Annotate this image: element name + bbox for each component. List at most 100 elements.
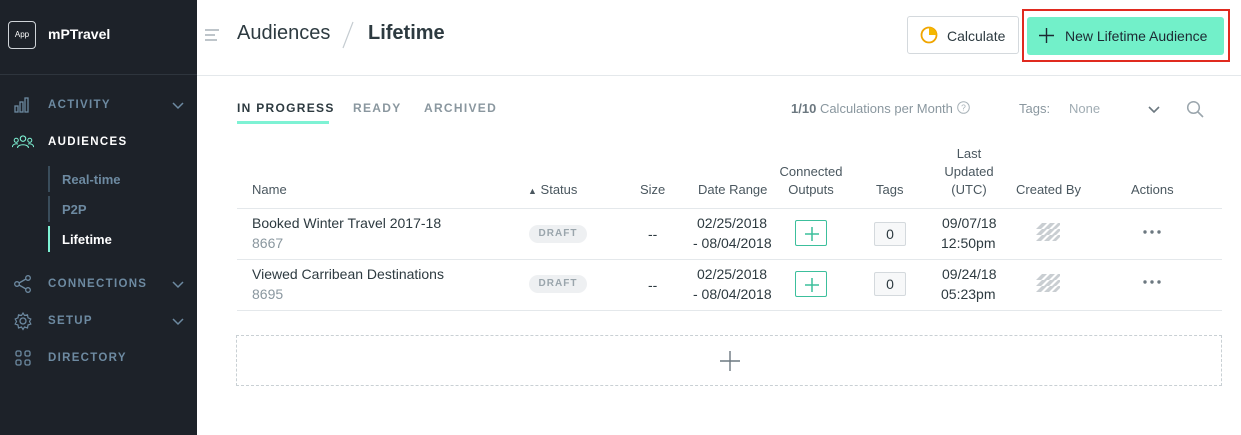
- breadcrumb-separator: [342, 21, 354, 49]
- sidebar-item-directory[interactable]: DIRECTORY: [0, 348, 197, 370]
- subnav-item-real-time[interactable]: Real-time: [48, 166, 188, 192]
- audience-id: 8695: [252, 286, 284, 302]
- column-header-size[interactable]: Size: [640, 181, 665, 199]
- grid-icon: [15, 350, 31, 366]
- new-audience-label: New Lifetime Audience: [1065, 28, 1208, 44]
- status-badge: DRAFT: [529, 225, 587, 243]
- tag-count[interactable]: 0: [874, 272, 906, 296]
- audience-size: --: [648, 226, 658, 242]
- column-header-name[interactable]: Name: [252, 181, 287, 199]
- column-header-line: Updated: [944, 164, 994, 179]
- bar-chart-icon: [14, 97, 29, 113]
- date-range-end: - 08/04/2018: [693, 235, 772, 251]
- tags-filter-label: Tags:: [1019, 101, 1051, 116]
- tags-filter-value[interactable]: None: [1069, 101, 1100, 116]
- subnav-item-label: P2P: [62, 202, 87, 217]
- column-header-status[interactable]: ▲ Status: [528, 181, 577, 200]
- menu-icon[interactable]: [205, 29, 221, 41]
- network-icon: [14, 275, 31, 293]
- plus-icon: [1039, 28, 1054, 43]
- status-badge: DRAFT: [529, 275, 587, 293]
- audience-name[interactable]: Viewed Carribean Destinations: [252, 266, 444, 282]
- sidebar: App mPTravel ACTIVITY AUDIENCES Real-tim…: [0, 0, 197, 435]
- calculate-label: Calculate: [947, 28, 1006, 44]
- column-header-line: Connected: [779, 164, 843, 179]
- column-header-line: Last: [956, 146, 982, 161]
- app-logo[interactable]: App: [8, 21, 36, 49]
- updated-date: 09/07/18: [942, 215, 997, 231]
- column-header-actions: Actions: [1131, 182, 1174, 197]
- subnav-item-p2p[interactable]: P2P: [48, 196, 188, 222]
- calculate-button[interactable]: Calculate: [907, 16, 1019, 54]
- column-header-status-label: Status: [540, 182, 578, 197]
- add-output-button[interactable]: [795, 271, 827, 297]
- sidebar-item-setup[interactable]: SETUP: [0, 311, 197, 333]
- top-bar: Audiences Lifetime Calculate New Lifetim…: [197, 0, 1241, 76]
- active-tab-indicator: [237, 121, 329, 124]
- plus-icon: [805, 278, 819, 292]
- tab-ready[interactable]: READY: [353, 101, 402, 115]
- pie-chart-icon: [920, 26, 938, 44]
- tab-in-progress[interactable]: IN PROGRESS: [237, 101, 335, 115]
- column-header-line: Outputs: [788, 182, 834, 197]
- sidebar-item-label: AUDIENCES: [48, 136, 128, 148]
- audience-size: --: [648, 277, 658, 293]
- plus-icon: [805, 227, 819, 241]
- column-header-last-updated[interactable]: Last Updated (UTC): [934, 145, 1004, 199]
- date-range-start: 02/25/2018: [697, 215, 768, 231]
- table-header-divider: [237, 208, 1222, 209]
- avatar: [1036, 223, 1060, 241]
- sidebar-item-label: CONNECTIONS: [48, 278, 148, 290]
- more-actions-icon[interactable]: [1142, 279, 1162, 285]
- column-header-date-range[interactable]: Date Range: [698, 181, 767, 199]
- brand-header: App mPTravel: [0, 0, 197, 75]
- search-icon[interactable]: [1186, 100, 1204, 118]
- chevron-down-icon[interactable]: [171, 279, 185, 289]
- tab-archived[interactable]: ARCHIVED: [424, 101, 497, 115]
- column-header-line: (UTC): [951, 182, 987, 197]
- page-title: Lifetime: [368, 22, 445, 44]
- date-range-end: - 08/04/2018: [693, 286, 772, 302]
- sort-asc-icon: ▲: [528, 186, 537, 196]
- sidebar-item-connections[interactable]: CONNECTIONS: [0, 274, 197, 296]
- column-header-created-by[interactable]: Created By: [1016, 181, 1081, 199]
- sidebar-item-label: SETUP: [48, 315, 93, 327]
- subnav-item-label: Lifetime: [62, 232, 112, 247]
- breadcrumb-audiences[interactable]: Audiences: [237, 22, 330, 45]
- audiences-subnav: Real-time P2P Lifetime: [48, 166, 188, 258]
- new-lifetime-audience-button[interactable]: New Lifetime Audience: [1027, 17, 1224, 55]
- people-icon: [12, 135, 34, 149]
- sidebar-item-label: DIRECTORY: [48, 352, 127, 364]
- audience-name[interactable]: Booked Winter Travel 2017-18: [252, 215, 441, 231]
- sidebar-item-activity[interactable]: ACTIVITY: [0, 95, 197, 117]
- column-header-connected-outputs[interactable]: Connected Outputs: [772, 163, 850, 199]
- column-header-tags[interactable]: Tags: [876, 181, 903, 199]
- chevron-down-icon[interactable]: [171, 100, 185, 110]
- help-icon[interactable]: ?: [957, 101, 970, 114]
- tag-count[interactable]: 0: [874, 222, 906, 246]
- avatar: [1036, 274, 1060, 292]
- updated-time: 12:50pm: [941, 235, 996, 251]
- brand-name[interactable]: mPTravel: [48, 26, 110, 42]
- svg-text:?: ?: [961, 103, 966, 113]
- plus-icon: [720, 351, 740, 371]
- more-actions-icon[interactable]: [1142, 229, 1162, 235]
- date-range-start: 02/25/2018: [697, 266, 768, 282]
- subnav-item-lifetime[interactable]: Lifetime: [48, 226, 188, 252]
- gear-icon: [14, 311, 32, 331]
- chevron-down-icon[interactable]: [1147, 104, 1161, 114]
- sidebar-item-label: ACTIVITY: [48, 99, 111, 111]
- calculation-quota: 1/10 Calculations per Month: [791, 101, 953, 116]
- audience-id: 8667: [252, 235, 284, 251]
- subnav-item-label: Real-time: [62, 172, 121, 187]
- chevron-down-icon[interactable]: [171, 316, 185, 326]
- calculation-quota-value: 1/10: [791, 101, 817, 116]
- add-output-button[interactable]: [795, 220, 827, 246]
- updated-time: 05:23pm: [941, 286, 996, 302]
- row-divider: [237, 310, 1222, 311]
- calculation-quota-text: Calculations per Month: [819, 101, 953, 116]
- row-divider: [237, 259, 1222, 260]
- sidebar-item-audiences[interactable]: AUDIENCES: [0, 132, 197, 154]
- highlight-box: New Lifetime Audience: [1022, 9, 1230, 62]
- add-audience-row[interactable]: [236, 335, 1222, 386]
